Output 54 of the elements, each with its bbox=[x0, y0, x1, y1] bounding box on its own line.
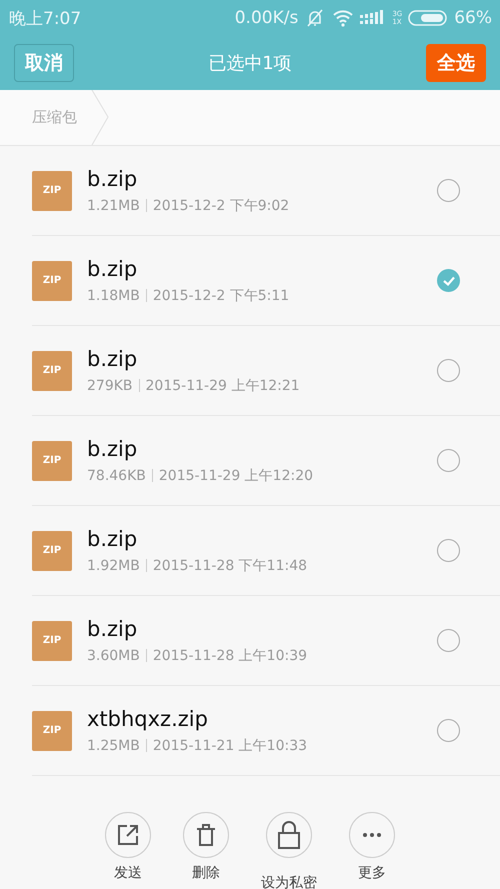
file-date: 2015-11-29 上午12:20 bbox=[158, 466, 314, 484]
select-checkbox[interactable] bbox=[437, 629, 460, 652]
share-icon bbox=[117, 824, 139, 846]
zip-file-icon: ZIP bbox=[32, 170, 72, 210]
file-name: b.zip bbox=[87, 256, 138, 280]
file-date: 2015-11-28 上午10:39 bbox=[152, 646, 308, 664]
file-size: 78.46KB bbox=[87, 468, 146, 484]
file-name: b.zip bbox=[87, 346, 138, 370]
action-button[interactable]: 设为私密 bbox=[261, 812, 317, 889]
file-size: 1.21MB bbox=[87, 198, 140, 214]
zip-file-icon: ZIP bbox=[32, 530, 72, 570]
file-date: 2015-11-28 下午11:48 bbox=[152, 556, 308, 574]
select-checkbox[interactable] bbox=[437, 179, 460, 202]
trash-icon bbox=[196, 824, 216, 846]
network-speed: 0.00K/s bbox=[234, 8, 298, 28]
check-icon bbox=[442, 274, 456, 286]
wifi-icon bbox=[332, 9, 354, 27]
file-row[interactable]: ZIP xtbhqxz.zip 1.25MB 2015-11-21 上午10:33 bbox=[32, 686, 500, 776]
select-checkbox[interactable] bbox=[437, 359, 460, 382]
file-name: b.zip bbox=[87, 616, 138, 640]
file-row[interactable]: ZIP b.zip 1.18MB 2015-12-2 下午5:11 bbox=[32, 236, 500, 326]
zip-file-icon: ZIP bbox=[32, 440, 72, 480]
battery-level: 66% bbox=[454, 8, 492, 28]
more-icon bbox=[362, 832, 382, 838]
lock-icon bbox=[277, 821, 301, 849]
zip-file-icon: ZIP bbox=[32, 260, 72, 300]
file-size: 1.92MB bbox=[87, 558, 140, 574]
battery-icon bbox=[408, 10, 448, 26]
file-row[interactable]: ZIP b.zip 1.92MB 2015-11-28 下午11:48 bbox=[32, 506, 500, 596]
file-date: 2015-11-29 上午12:21 bbox=[146, 376, 300, 394]
select-checkbox[interactable] bbox=[437, 269, 460, 292]
file-date: 2015-11-21 上午10:33 bbox=[152, 736, 308, 754]
selection-title: 已选中1项 bbox=[208, 52, 292, 75]
file-size: 1.18MB bbox=[87, 288, 140, 304]
select-checkbox[interactable] bbox=[437, 539, 460, 562]
status-time: 晚上7:07 bbox=[9, 8, 82, 30]
select-checkbox[interactable] bbox=[437, 719, 460, 742]
file-name: b.zip bbox=[87, 436, 138, 460]
file-name: b.zip bbox=[87, 166, 138, 190]
file-name: xtbhqxz.zip bbox=[87, 706, 209, 730]
file-date: 2015-12-2 下午5:11 bbox=[152, 286, 290, 304]
file-row[interactable]: ZIP b.zip 3.60MB 2015-11-28 上午10:39 bbox=[32, 596, 500, 686]
file-size: 1.25MB bbox=[87, 738, 140, 754]
file-size: 279KB bbox=[87, 378, 133, 394]
file-date: 2015-12-2 下午9:02 bbox=[152, 196, 290, 214]
zip-file-icon: ZIP bbox=[32, 620, 72, 660]
file-row[interactable]: ZIP b.zip 78.46KB 2015-11-29 上午12:20 bbox=[32, 416, 500, 506]
select-checkbox[interactable] bbox=[437, 449, 460, 472]
file-row[interactable]: ZIP b.zip 1.21MB 2015-12-2 下午9:02 bbox=[32, 146, 500, 236]
zip-file-icon: ZIP bbox=[32, 350, 72, 390]
file-size: 3.60MB bbox=[87, 648, 140, 664]
zip-file-icon: ZIP bbox=[32, 710, 72, 750]
file-name: b.zip bbox=[87, 526, 138, 550]
file-row[interactable]: ZIP b.zip 279KB 2015-11-29 上午12:21 bbox=[32, 326, 500, 416]
